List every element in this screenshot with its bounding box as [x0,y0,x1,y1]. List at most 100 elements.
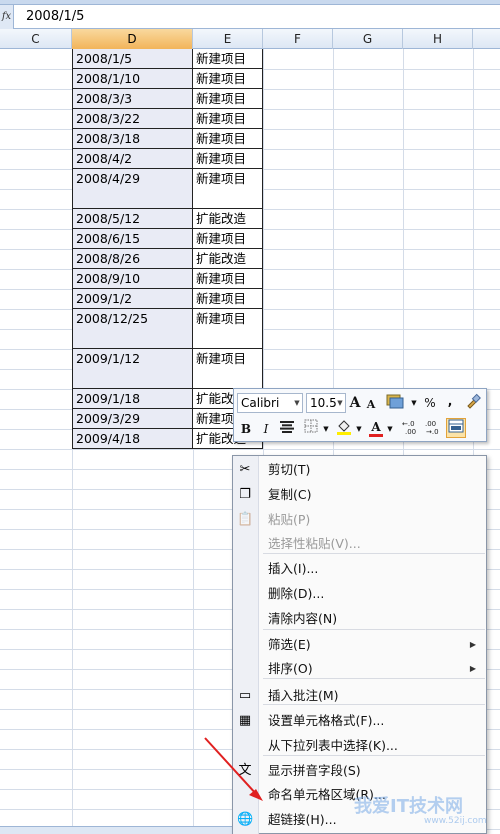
date-cell[interactable]: 2009/4/18 [72,429,193,449]
paste-icon: 📋 [237,512,254,527]
menu-item-label: 命名单元格区域(R)... [268,787,386,802]
center-align-button[interactable] [278,419,296,439]
column-header-i[interactable] [473,29,500,49]
date-cell[interactable]: 2009/3/29 [72,409,193,429]
fx-icon[interactable]: fx [0,5,14,29]
font-color-button[interactable]: A [368,417,384,437]
column-header-g[interactable]: G [333,29,403,49]
font-size-select[interactable]: 10.5 ▼ [306,393,346,413]
date-cell[interactable]: 2009/1/12 [72,349,193,389]
date-cell[interactable]: 2008/3/3 [72,89,193,109]
menu-item[interactable]: 排序(O) ▶ [260,657,486,681]
borders-button[interactable] [302,419,320,439]
type-cell[interactable]: 新建项目 [193,269,263,289]
date-cell[interactable]: 2008/4/2 [72,149,193,169]
menu-item[interactable]: 命名单元格区域(R)... [260,783,486,807]
date-cell[interactable]: 2008/4/29 [72,169,193,209]
column-headers: C D E F G H [0,29,500,49]
italic-button[interactable]: I [258,419,274,439]
chevron-down-icon[interactable]: ▼ [386,419,394,439]
type-cell[interactable]: 新建项目 [193,289,263,309]
sheet-tab-bar[interactable] [0,826,232,834]
context-menu: ✂ 剪切(T) ❐ 复制(C) 📋 粘贴(P) 选择性粘贴(V)... 插入(I)... 删除(… [232,455,487,834]
menu-item-label: 排序(O) [268,661,313,676]
type-cell[interactable]: 新建项目 [193,309,263,349]
type-cell[interactable]: 新建项目 [193,169,263,209]
date-cell[interactable]: 2008/12/25 [72,309,193,349]
comma-style-button[interactable]: , [444,391,456,411]
menu-item-label: 复制(C) [268,487,312,502]
type-cell[interactable]: 新建项目 [193,109,263,129]
font-color-swatch [369,434,383,437]
column-header-d[interactable]: D [72,29,193,49]
date-cell[interactable]: 2008/6/15 [72,229,193,249]
shrink-font-button[interactable]: A [364,395,378,415]
font-size-value: 10.5 [310,396,337,410]
type-cell[interactable]: 新建项目 [193,129,263,149]
menu-item[interactable]: 插入(I)... [260,557,486,581]
type-cell[interactable]: 新建项目 [193,349,263,389]
menu-item-label: 显示拼音字段(S) [268,763,361,778]
font-name-value: Calibri [241,396,280,410]
column-header-c[interactable]: C [0,29,72,49]
decrease-decimal-button[interactable]: .00 →.0 [423,419,445,439]
menu-item-label: 粘贴(P) [268,512,311,527]
date-cell[interactable]: 2008/1/5 [72,49,193,69]
format-cells-icon: ▦ [238,713,252,728]
menu-item[interactable]: ▦ 设置单元格格式(F)... [239,709,486,733]
menu-item-label: 插入(I)... [268,561,319,576]
column-header-e[interactable]: E [193,29,263,49]
menu-item[interactable]: 清除内容(N) [260,607,486,631]
menu-item-label: 筛选(E) [268,637,311,652]
type-cell[interactable]: 新建项目 [193,49,263,69]
column-header-h[interactable]: H [403,29,473,49]
menu-item[interactable]: 📋 粘贴(P) [237,508,486,532]
date-cell[interactable]: 2009/1/18 [72,389,193,409]
fill-color-button[interactable] [335,419,353,439]
menu-item[interactable]: ❐ 复制(C) [239,483,486,507]
type-cell[interactable]: 新建项目 [193,89,263,109]
date-cell[interactable]: 2008/3/22 [72,109,193,129]
column-header-f[interactable]: F [263,29,333,49]
chevron-down-icon: ▼ [337,399,343,407]
menu-item[interactable]: ✂ 剪切(T) [240,458,486,482]
menu-item[interactable]: 选择性粘贴(V)... [260,532,486,556]
hyperlink-icon: 🌐 [237,812,254,827]
date-cell[interactable]: 2008/5/12 [72,209,193,229]
align-center-icon [280,421,294,433]
submenu-arrow-icon: ▶ [469,640,476,649]
menu-item[interactable]: 从下拉列表中选择(K)... [260,734,486,758]
menu-item-label: 从下拉列表中选择(K)... [268,738,398,753]
font-name-select[interactable]: Calibri ▼ [237,393,303,413]
date-cell[interactable]: 2008/3/18 [72,129,193,149]
accounting-format-button[interactable] [384,393,408,413]
date-cell[interactable]: 2009/1/2 [72,289,193,309]
chevron-down-icon[interactable]: ▼ [355,419,363,439]
bold-button[interactable]: B [238,419,254,439]
phonetic-icon: 文 [238,763,252,778]
date-cell[interactable]: 2008/9/10 [72,269,193,289]
menu-item[interactable]: ▭ 插入批注(M) [239,684,486,708]
menu-item[interactable]: 删除(D)... [260,582,486,606]
type-cell[interactable]: 新建项目 [193,69,263,89]
menu-item-label: 设置单元格格式(F)... [268,713,385,728]
merge-center-button[interactable] [446,418,466,438]
type-cell[interactable]: 扩能改造 [193,209,263,229]
chevron-down-icon: ▼ [294,399,300,407]
menu-item[interactable]: 🌐 超链接(H)... [237,808,486,832]
format-painter-button[interactable] [464,393,482,413]
grow-font-button[interactable]: A [348,393,362,413]
menu-item[interactable]: 文 显示拼音字段(S) [238,759,486,783]
type-cell[interactable]: 新建项目 [193,149,263,169]
formula-input[interactable]: 2008/1/5 [26,5,84,29]
chevron-down-icon[interactable]: ▼ [410,393,418,413]
increase-decimal-button[interactable]: ←.0.00 [400,419,422,439]
type-cell[interactable]: 扩能改造 [193,249,263,269]
date-cell[interactable]: 2008/8/26 [72,249,193,269]
chevron-down-icon[interactable]: ▼ [322,419,330,439]
font-color-letter: A [371,420,381,434]
date-cell[interactable]: 2008/1/10 [72,69,193,89]
menu-item[interactable]: 筛选(E) ▶ [260,633,486,657]
type-cell[interactable]: 新建项目 [193,229,263,249]
percent-style-button[interactable]: % [422,393,438,413]
